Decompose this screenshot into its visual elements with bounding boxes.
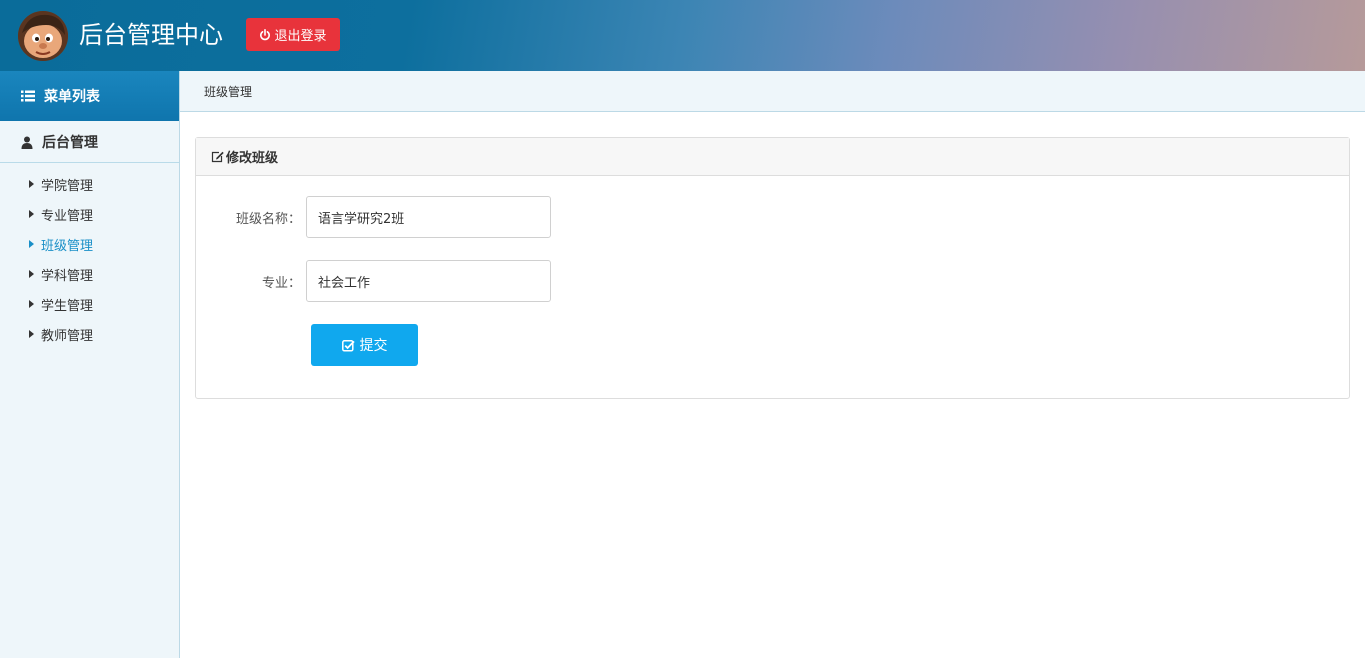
caret-right-icon [29,270,34,278]
sidebar-item-subject[interactable]: 学科管理 [0,259,179,289]
top-header: 后台管理中心 退出登录 [0,0,1365,71]
panel-title: 修改班级 [226,151,279,166]
sidebar-menu-title: 菜单列表 [44,89,100,105]
class-name-label: 班级名称： [235,211,301,227]
caret-right-icon [29,300,34,308]
breadcrumb-current: 班级管理 [204,84,253,99]
logout-label: 退出登录 [274,29,327,44]
submit-button[interactable]: 提交 [311,324,418,366]
caret-right-icon [29,330,34,338]
sidebar-item-label: 专业管理 [41,208,94,224]
caret-right-icon [29,180,34,188]
form-row-major: 专业： [196,260,551,302]
sidebar-item-teacher[interactable]: 教师管理 [0,319,179,349]
cartoon-avatar-icon [18,11,68,61]
major-label: 专业： [261,275,301,291]
sidebar-group-header[interactable]: 后台管理 [0,122,179,163]
edit-class-panel: 修改班级 班级名称： 专业： 提交 [195,137,1350,399]
sidebar-item-major[interactable]: 专业管理 [0,199,179,229]
sidebar-item-label: 教师管理 [41,328,94,344]
avatar [18,11,68,61]
caret-right-icon [29,210,34,218]
sidebar-item-label: 班级管理 [41,238,94,254]
panel-heading: 修改班级 [196,138,1349,176]
app-title: 后台管理中心 [79,21,223,49]
sidebar-item-label: 学院管理 [41,178,94,194]
edit-icon [211,151,224,162]
list-icon [21,90,35,102]
sidebar-item-college[interactable]: 学院管理 [0,169,179,199]
sidebar-item-label: 学科管理 [41,268,94,284]
logout-button[interactable]: 退出登录 [246,18,340,51]
sidebar-item-label: 学生管理 [41,298,94,314]
class-name-input[interactable] [306,196,551,238]
sidebar-menu-header: 菜单列表 [0,71,179,121]
user-icon [21,136,33,149]
breadcrumb: 班级管理 [180,71,1365,112]
check-square-icon [341,339,355,352]
caret-right-icon [29,240,34,248]
power-icon [260,28,271,40]
form-row-class-name: 班级名称： [196,196,551,238]
sidebar: 菜单列表 后台管理 学院管理 专业管理 班级管理 学科管理 学生管理 教师管理 [0,71,180,658]
submit-label: 提交 [359,338,388,354]
sidebar-item-student[interactable]: 学生管理 [0,289,179,319]
sidebar-nav-list: 学院管理 专业管理 班级管理 学科管理 学生管理 教师管理 [0,163,179,349]
sidebar-item-class[interactable]: 班级管理 [0,229,179,259]
major-input[interactable] [306,260,551,302]
sidebar-group-title: 后台管理 [42,135,98,151]
